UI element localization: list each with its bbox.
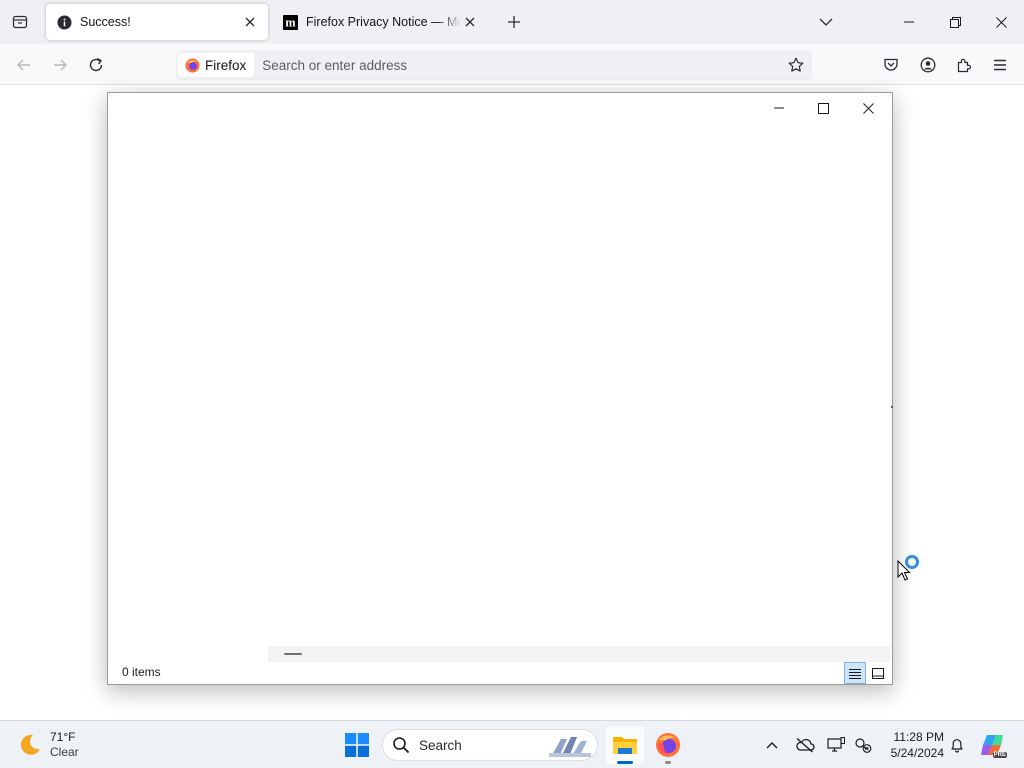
search-highlight-image — [549, 737, 591, 757]
file-explorer-taskbar-button[interactable] — [606, 726, 644, 764]
monitor-icon — [827, 737, 845, 752]
display-tray-button[interactable] — [822, 731, 850, 759]
weather-condition: Clear — [50, 745, 79, 759]
tab-title: Firefox Privacy Notice — Mozilla — [306, 15, 462, 29]
clock-time: 11:28 PM — [893, 730, 944, 744]
details-view-button[interactable] — [844, 662, 866, 684]
moon-icon — [20, 734, 40, 755]
start-button[interactable] — [338, 727, 376, 763]
system-clock[interactable]: 11:28 PM 5/24/2024 — [880, 729, 944, 761]
chevron-down-icon — [819, 18, 833, 26]
window-restore-button[interactable] — [932, 0, 978, 44]
network-disconnected-icon — [855, 738, 872, 753]
close-tab-icon[interactable] — [242, 14, 258, 30]
back-arrow-icon — [17, 59, 30, 71]
running-app-indicator — [665, 761, 671, 764]
application-menu-button[interactable] — [985, 50, 1015, 80]
close-icon — [863, 102, 874, 114]
file-explorer-icon — [613, 737, 637, 754]
window-minimize-button[interactable] — [886, 0, 932, 44]
reload-icon — [89, 57, 103, 72]
busy-spinner-icon — [905, 555, 919, 569]
navigation-toolbar: Firefox — [0, 44, 1024, 85]
weather-widget[interactable]: 71°F Clear — [14, 727, 79, 763]
chevron-up-icon — [766, 742, 778, 749]
minimize-icon — [773, 107, 784, 109]
firefox-view-icon — [12, 15, 28, 29]
hamburger-menu-icon — [994, 59, 1006, 71]
account-icon — [920, 57, 936, 73]
restore-icon — [949, 16, 961, 28]
search-icon — [393, 737, 410, 754]
taskbar: 71°F Clear Search 11:28 PM 5/24/2024 PRE — [0, 720, 1024, 768]
firefox-taskbar-button[interactable] — [649, 726, 687, 764]
tab-success[interactable]: Success! — [46, 4, 268, 40]
close-icon — [995, 16, 1007, 28]
tab-firefox-privacy-notice[interactable]: m Firefox Privacy Notice — Mozilla — [272, 4, 488, 40]
forward-button[interactable] — [45, 50, 75, 80]
weather-temperature: 71°F — [50, 730, 76, 744]
dialog-minimize-button[interactable] — [756, 93, 801, 123]
show-hidden-icons-button[interactable] — [758, 731, 786, 759]
search-label: Search — [419, 737, 462, 753]
windows-logo-icon — [345, 733, 369, 757]
pocket-button[interactable] — [876, 50, 906, 80]
onedrive-tray-button[interactable] — [791, 731, 819, 759]
notification-center-button[interactable] — [943, 731, 971, 759]
bookmark-star-button[interactable] — [782, 51, 810, 79]
identity-box[interactable]: Firefox — [178, 53, 255, 77]
extensions-icon — [957, 58, 972, 73]
copilot-button[interactable]: PRE — [977, 730, 1007, 760]
firefox-icon — [185, 57, 200, 73]
address-bar[interactable]: Firefox — [176, 50, 812, 80]
back-button[interactable] — [9, 50, 39, 80]
reload-button[interactable] — [81, 50, 111, 80]
taskbar-search-box[interactable]: Search — [382, 729, 598, 761]
window-close-button[interactable] — [978, 0, 1024, 44]
file-dialog-window: 0 items — [107, 92, 893, 685]
maximize-icon — [818, 102, 829, 114]
tiles-view-icon — [872, 667, 884, 679]
svg-text:m: m — [285, 15, 295, 29]
tab-strip: Success! m Firefox Privacy Notice — Mozi… — [0, 0, 1024, 44]
firefox-view-button[interactable] — [4, 6, 36, 38]
cloud-offline-icon — [796, 738, 815, 753]
dialog-maximize-button[interactable] — [801, 93, 846, 123]
network-tray-button[interactable] — [849, 731, 877, 759]
extensions-button[interactable] — [949, 50, 979, 80]
resize-edge-mark — [891, 406, 893, 408]
item-count-status: 0 items — [122, 665, 161, 679]
minimize-icon — [904, 21, 914, 23]
new-tab-button[interactable] — [500, 8, 528, 36]
close-tab-icon[interactable] — [462, 14, 478, 30]
plus-icon — [508, 16, 520, 28]
list-all-tabs-button[interactable] — [812, 8, 840, 36]
dialog-close-button[interactable] — [846, 93, 891, 123]
url-input[interactable] — [262, 53, 782, 77]
preview-badge: PRE — [992, 752, 1007, 758]
horizontal-scrollbar[interactable] — [268, 646, 890, 662]
account-button[interactable] — [913, 50, 943, 80]
details-view-icon — [849, 668, 861, 679]
tab-title: Success! — [80, 15, 131, 29]
pocket-icon — [884, 58, 898, 71]
clock-date: 5/24/2024 — [890, 746, 944, 760]
identity-label: Firefox — [205, 57, 247, 73]
tiles-view-button[interactable] — [867, 662, 889, 684]
scrollbar-thumb[interactable] — [284, 653, 302, 655]
forward-arrow-icon — [54, 59, 67, 71]
info-icon — [56, 14, 72, 30]
mozilla-m-icon: m — [282, 14, 298, 30]
bookmark-star-icon — [788, 57, 804, 72]
firefox-icon — [656, 733, 680, 757]
bell-icon — [951, 739, 963, 753]
active-app-indicator — [617, 761, 633, 764]
